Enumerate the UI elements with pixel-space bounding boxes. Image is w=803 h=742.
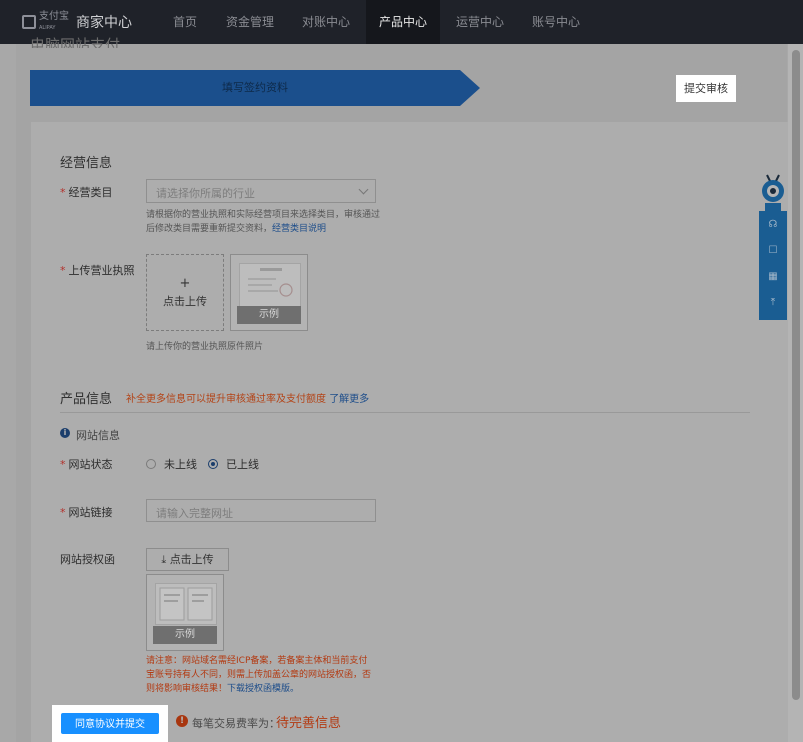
license-upload[interactable]: + 点击上传 bbox=[146, 254, 224, 331]
alipay-mark-icon bbox=[22, 15, 36, 29]
product-tip: 补全更多信息可以提升审核通过率及支付额度 了解更多 bbox=[126, 394, 370, 405]
top-navigation: 支付宝 ALIPAY 商家中心 首页 资金管理 对账中心 产品中心 运营中心 账… bbox=[0, 0, 803, 44]
floating-toolbar: ☊ ☐ ▦ ⤒ bbox=[759, 211, 787, 320]
category-hint: 请根据你的营业执照和实际经营项目来选择类目，审核通过后修改类目需要重新提交资料，… bbox=[146, 210, 381, 234]
scrollbar-thumb[interactable] bbox=[792, 50, 800, 700]
alipay-logo: 支付宝 ALIPAY bbox=[22, 10, 70, 32]
auth-sample-image bbox=[155, 583, 217, 625]
nav-operations[interactable]: 运营中心 bbox=[450, 0, 510, 44]
license-label: * 上传营业执照 bbox=[60, 264, 135, 277]
category-help-link[interactable]: 经营类目说明 bbox=[272, 224, 326, 234]
learn-more-link[interactable]: 了解更多 bbox=[329, 394, 369, 405]
step-fill-info-label: 填写签约资料 bbox=[222, 81, 288, 94]
nav-reconciliation[interactable]: 对账中心 bbox=[296, 0, 356, 44]
logo-sub: ALIPAY bbox=[39, 24, 56, 31]
status-offline-label: 未上线 bbox=[164, 458, 197, 471]
logo-text: 支付宝 bbox=[39, 10, 69, 22]
certificate-icon bbox=[248, 268, 293, 297]
business-section-title: 经营信息 bbox=[60, 156, 113, 171]
license-upload-label: 点击上传 bbox=[163, 295, 207, 308]
agree-submit-button[interactable]: 同意协议并提交 bbox=[61, 713, 159, 734]
nav-account[interactable]: 账号中心 bbox=[526, 0, 586, 44]
auth-upload-button[interactable]: ⤓ 点击上传 bbox=[146, 548, 229, 571]
document-icon bbox=[159, 587, 213, 621]
nav-products[interactable]: 产品中心 bbox=[366, 0, 440, 44]
alert-icon: ! bbox=[176, 715, 188, 727]
plus-icon: + bbox=[179, 276, 191, 291]
nav-home[interactable]: 首页 bbox=[160, 0, 210, 44]
back-to-top-icon[interactable]: ⤒ bbox=[765, 295, 781, 311]
website-link-input[interactable]: 请输入完整网址 bbox=[146, 499, 376, 522]
category-label: * 经营类目 bbox=[60, 186, 113, 199]
status-offline-radio[interactable] bbox=[146, 459, 156, 469]
fee-value: 待完善信息 bbox=[276, 716, 342, 731]
robot-assistant-icon[interactable] bbox=[759, 173, 787, 211]
brand[interactable]: 支付宝 ALIPAY 商家中心 bbox=[22, 10, 132, 32]
website-link-label: * 网站链接 bbox=[60, 506, 113, 519]
upload-icon: ⤓ bbox=[161, 553, 167, 566]
brand-title: 商家中心 bbox=[76, 15, 132, 31]
license-sample[interactable]: 示例 bbox=[230, 254, 308, 331]
download-template-link[interactable]: 下载授权函模版。 bbox=[227, 684, 299, 694]
step-submit-review: 提交审核 bbox=[676, 75, 736, 102]
license-sample-caption: 示例 bbox=[237, 306, 301, 324]
step-fill-info: 填写签约资料 bbox=[30, 70, 480, 106]
icp-notice: 请注意：网站域名需经ICP备案，若备案主体和当前支付宝账号持有人不同，则需上传加… bbox=[146, 656, 372, 694]
auth-letter-label: 网站授权函 bbox=[60, 553, 115, 566]
nav-funds[interactable]: 资金管理 bbox=[220, 0, 280, 44]
chevron-down-icon bbox=[358, 184, 369, 195]
auth-letter-sample[interactable]: 示例 bbox=[146, 574, 224, 651]
submit-highlight: 同意协议并提交 bbox=[52, 705, 168, 742]
fee-label: 每笔交易费率为： bbox=[192, 717, 280, 730]
website-status-label: * 网站状态 bbox=[60, 458, 113, 471]
category-select[interactable]: 请选择你所属的行业 bbox=[146, 179, 376, 203]
status-online-label: 已上线 bbox=[226, 458, 259, 471]
category-placeholder: 请选择你所属的行业 bbox=[156, 187, 255, 200]
website-info-label: 网站信息 bbox=[76, 429, 120, 442]
license-sample-image bbox=[239, 263, 301, 309]
section-divider bbox=[60, 412, 750, 413]
form-card bbox=[31, 122, 788, 742]
status-online-radio[interactable] bbox=[208, 459, 218, 469]
product-section-title: 产品信息 bbox=[60, 392, 113, 407]
info-icon: i bbox=[60, 428, 70, 438]
feedback-icon[interactable]: ☐ bbox=[765, 243, 781, 259]
page-title: 电脑网站支付 bbox=[30, 36, 121, 48]
website-link-placeholder: 请输入完整网址 bbox=[156, 507, 233, 520]
qrcode-icon[interactable]: ▦ bbox=[765, 269, 781, 285]
license-hint: 请上传你的营业执照原件照片 bbox=[146, 342, 264, 352]
headset-icon[interactable]: ☊ bbox=[765, 217, 781, 233]
auth-sample-caption: 示例 bbox=[153, 626, 217, 644]
